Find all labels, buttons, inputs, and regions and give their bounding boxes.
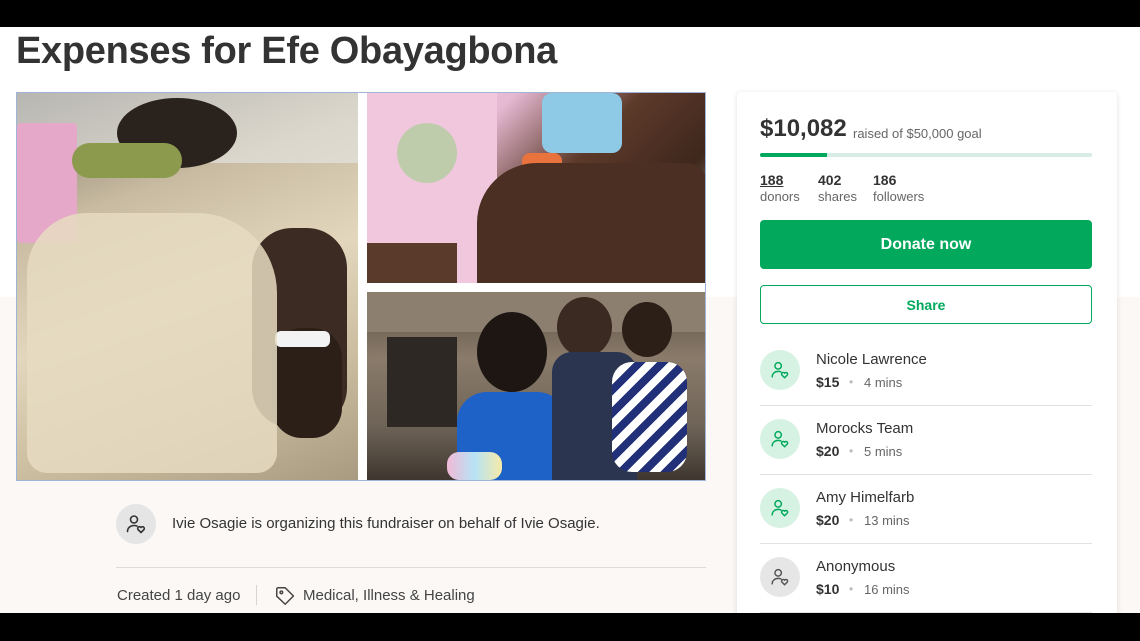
- donor-name: Morocks Team: [816, 420, 914, 437]
- bullet-separator: •: [849, 444, 854, 458]
- organizer-description: Ivie Osagie is organizing this fundraise…: [172, 515, 600, 532]
- fundraiser-page: Expenses for Efe Obayagbona Ivie Osagie …: [0, 27, 1140, 613]
- donor-name: Amy Himelfarb: [816, 489, 915, 506]
- user-heart-icon: [771, 361, 789, 379]
- donor-time: 13 mins: [864, 513, 910, 528]
- user-heart-icon: [771, 499, 789, 517]
- user-heart-icon: [771, 568, 789, 586]
- letterbox-top: [0, 0, 1140, 27]
- followers-count: 186: [873, 172, 897, 188]
- family-close-up-photo: [367, 93, 705, 283]
- tag-icon: [276, 587, 295, 605]
- donor-time: 5 mins: [864, 444, 903, 459]
- bullet-separator: •: [849, 513, 854, 527]
- donor-list-item: Amy Himelfarb $20 • 13 mins: [760, 475, 1092, 544]
- goal-text: raised of $50,000 goal: [853, 126, 982, 141]
- user-heart-icon: [771, 430, 789, 448]
- section-divider: [116, 567, 706, 568]
- progress-bar-fill: [760, 153, 827, 157]
- donor-amount: $20: [816, 512, 840, 528]
- campaign-photo-collage[interactable]: [16, 92, 706, 481]
- share-button[interactable]: Share: [760, 285, 1092, 324]
- donor-time: 4 mins: [864, 375, 903, 390]
- hospital-bed-photo: [17, 93, 358, 480]
- user-heart-icon: [126, 515, 146, 534]
- progress-bar: [760, 153, 1092, 157]
- donation-card: $10,082 raised of $50,000 goal 188 donor…: [737, 92, 1117, 613]
- donor-time: 16 mins: [864, 582, 910, 597]
- donor-list-item: Nicole Lawrence $15 • 4 mins: [760, 337, 1092, 406]
- shares-stat: 402 shares: [818, 172, 857, 204]
- donor-avatar: [760, 557, 800, 597]
- donor-avatar: [760, 350, 800, 390]
- family-portrait-photo: [367, 292, 705, 480]
- bullet-separator: •: [849, 375, 854, 389]
- bullet-separator: •: [849, 582, 854, 596]
- shares-label: shares: [818, 189, 858, 204]
- shares-count: 402: [818, 172, 842, 188]
- followers-stat: 186 followers: [873, 172, 924, 204]
- donor-avatar: [760, 488, 800, 528]
- donor-name: Anonymous: [816, 558, 896, 575]
- organizer-avatar: [116, 504, 156, 544]
- created-date: Created 1 day ago: [117, 587, 241, 604]
- donor-avatar: [760, 419, 800, 459]
- donor-amount: $10: [816, 581, 840, 597]
- category-link[interactable]: Medical, Illness & Healing: [303, 587, 475, 604]
- donate-now-button[interactable]: Donate now: [760, 220, 1092, 269]
- donors-stat[interactable]: 188 donors: [760, 172, 800, 204]
- raised-amount: $10,082: [760, 115, 847, 142]
- donor-list-item: Anonymous $10 • 16 mins: [760, 544, 1092, 613]
- donor-name: Nicole Lawrence: [816, 351, 927, 368]
- donor-list-item: Morocks Team $20 • 5 mins: [760, 406, 1092, 475]
- letterbox-bottom: [0, 613, 1140, 641]
- donor-amount: $15: [816, 374, 840, 390]
- donor-amount: $20: [816, 443, 840, 459]
- followers-label: followers: [873, 189, 925, 204]
- campaign-title: Expenses for Efe Obayagbona: [16, 30, 557, 72]
- donors-count[interactable]: 188: [760, 172, 800, 188]
- meta-separator: [256, 585, 257, 605]
- donors-label: donors: [760, 189, 800, 204]
